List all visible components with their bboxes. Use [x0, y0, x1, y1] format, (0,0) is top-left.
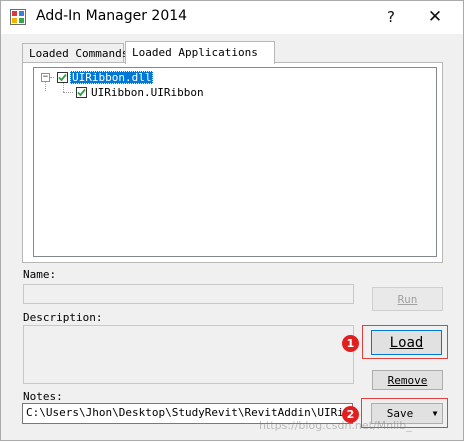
check-icon	[58, 73, 67, 81]
remove-button-label: Remove	[387, 373, 428, 387]
description-label: Description:	[23, 311, 103, 324]
annotation-marker-1: 1	[342, 335, 359, 352]
help-icon: ?	[387, 8, 395, 26]
tab-loaded-applications[interactable]: Loaded Applications	[125, 41, 275, 64]
window-title: Add-In Manager 2014	[36, 8, 188, 24]
dropdown-arrow-icon[interactable]: ▼	[428, 404, 442, 423]
add-in-manager-window: Add-In Manager 2014 ? ✕ Loaded Commands …	[0, 0, 464, 441]
child-checkbox[interactable]	[76, 86, 87, 98]
app-icon	[10, 9, 26, 25]
remove-button[interactable]: Remove	[372, 370, 443, 390]
name-field	[23, 284, 354, 304]
run-button-label: Run	[397, 292, 418, 306]
watermark: https://blog.csdn.net/Mnlib_	[259, 419, 412, 432]
run-button[interactable]: Run	[372, 287, 443, 311]
root-checkbox[interactable]	[57, 71, 68, 83]
tab-panel-loaded-applications: − UIRibbon.dll UIRibbon.UIRibbon	[22, 62, 443, 263]
title-bar: Add-In Manager 2014 ? ✕	[1, 1, 463, 34]
tree-node-label[interactable]: UIRibbon.UIRibbon	[89, 86, 206, 99]
help-button[interactable]: ?	[369, 1, 413, 33]
close-icon: ✕	[427, 7, 443, 27]
tree-connector	[63, 92, 73, 93]
tree-connector	[50, 76, 54, 78]
check-icon	[77, 88, 86, 96]
tab-loaded-commands[interactable]: Loaded Commands	[22, 43, 128, 63]
tree-node-child[interactable]: UIRibbon.UIRibbon	[73, 85, 206, 99]
description-field	[23, 325, 354, 384]
close-button[interactable]: ✕	[413, 1, 457, 33]
tree-node-root[interactable]: − UIRibbon.dll	[41, 70, 154, 84]
collapse-icon[interactable]: −	[41, 72, 50, 82]
load-button-label: Load	[389, 334, 424, 351]
tree-node-label[interactable]: UIRibbon.dll	[70, 70, 154, 84]
name-label: Name:	[23, 268, 57, 281]
notes-label: Notes:	[23, 390, 63, 403]
load-button[interactable]: Load	[371, 330, 442, 355]
applications-tree[interactable]: − UIRibbon.dll UIRibbon.UIRibbon	[33, 67, 437, 257]
